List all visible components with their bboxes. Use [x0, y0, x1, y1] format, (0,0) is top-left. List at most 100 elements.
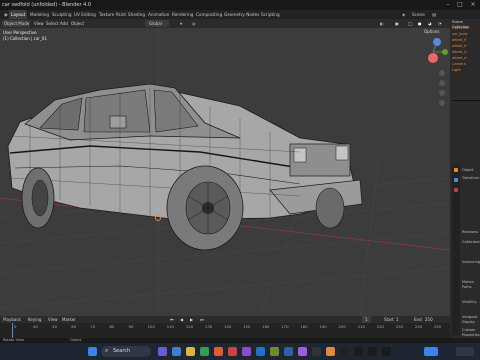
properties-item[interactable]: Visibility [462, 300, 480, 305]
proportional-icon[interactable]: ◎ [192, 19, 196, 28]
windows-taskbar: Search ⌕ [0, 343, 480, 360]
keying-menu[interactable]: Keying [28, 316, 41, 323]
rear-wheel[interactable] [21, 167, 55, 229]
wireframe-shading-icon[interactable]: ◯ [408, 19, 412, 28]
minimize-icon[interactable]: – [442, 0, 454, 10]
tab-layout[interactable]: Layout [9, 10, 28, 19]
tab-rendering[interactable]: Rendering [170, 10, 195, 19]
app-icon[interactable] [312, 347, 321, 356]
overlay-icon[interactable]: ◐ [380, 19, 384, 28]
modifier-properties-icon[interactable] [454, 178, 458, 182]
maximize-icon[interactable]: □ [454, 0, 466, 10]
app-icon[interactable] [354, 347, 363, 356]
file-explorer-icon[interactable] [186, 347, 195, 356]
clock-area[interactable] [456, 347, 474, 356]
timeline-view-menu[interactable]: View [48, 316, 58, 323]
outliner-item[interactable]: Camera [452, 62, 480, 67]
play-icon[interactable]: ▶ [190, 316, 193, 323]
view-layer-icon[interactable]: ▤ [430, 10, 438, 19]
app-icon[interactable] [382, 347, 391, 356]
navigation-gizmo[interactable] [428, 38, 448, 63]
properties-item[interactable]: Collections [462, 240, 480, 245]
playhead[interactable] [12, 323, 13, 338]
outliner-item[interactable]: car_body [452, 32, 480, 37]
app-icon[interactable] [368, 347, 377, 356]
object-properties-icon[interactable] [454, 168, 458, 172]
outliner-item[interactable]: Light [452, 68, 480, 73]
pan-icon[interactable] [439, 80, 445, 86]
tab-sculpting[interactable]: Sculpting [50, 10, 74, 19]
playback-menu[interactable]: Playback [3, 316, 21, 323]
close-icon[interactable]: × [467, 0, 479, 10]
tab-geometry-nodes[interactable]: Geometry Nodes [222, 10, 261, 19]
gizmo-x[interactable] [428, 53, 438, 63]
windows-start-icon[interactable] [88, 347, 97, 356]
outliner-item[interactable]: wheel_fl [452, 38, 480, 43]
timeline-ruler[interactable]: 0 40 50 60 70 80 90 100 110 120 130 140 150 160 170 180… [0, 323, 450, 331]
render-shading-icon[interactable]: ◔ [438, 19, 442, 28]
marker-menu[interactable]: Marker [62, 316, 76, 323]
current-frame-field[interactable]: 1 [362, 316, 371, 323]
properties-item[interactable]: Object [462, 168, 480, 173]
scene-selector-icon[interactable]: ◈ [400, 10, 407, 19]
zoom-icon[interactable] [439, 70, 445, 76]
taskbar-search[interactable]: Search [101, 346, 151, 357]
properties-item[interactable]: Motion Paths [462, 280, 480, 289]
tab-uv-editing[interactable]: UV Editing [72, 10, 98, 19]
xray-icon[interactable]: ▣ [395, 19, 399, 28]
tab-modeling[interactable]: Modeling [28, 10, 51, 19]
app-icon[interactable] [242, 347, 251, 356]
3d-viewport[interactable]: User Perspective (1) Collection | car_01… [0, 28, 450, 316]
timeline-tick: 120 [185, 324, 194, 329]
app-icon[interactable] [256, 347, 265, 356]
camera-view-icon[interactable] [439, 90, 445, 96]
app-icon[interactable] [270, 347, 279, 356]
spotify-icon[interactable] [200, 347, 209, 356]
notification-icon[interactable] [424, 347, 438, 356]
app-icon[interactable] [228, 347, 237, 356]
tab-animation[interactable]: Animation [146, 10, 171, 19]
tab-compositing[interactable]: Compositing [194, 10, 224, 19]
app-icon[interactable] [214, 347, 223, 356]
play-reverse-icon[interactable]: ◀ [180, 316, 183, 323]
object-menu[interactable]: Object [71, 19, 84, 28]
properties-item[interactable]: Transform [462, 176, 480, 181]
timeline-tick: 90 [128, 324, 134, 329]
material-shading-icon[interactable]: ◕ [428, 19, 432, 28]
timeline-tick: 250 [434, 324, 442, 329]
properties-item[interactable]: Custom Properties [462, 328, 480, 337]
ortho-toggle-icon[interactable] [439, 100, 445, 106]
front-wheel[interactable] [166, 165, 244, 251]
outliner-item[interactable]: Collection [452, 26, 480, 31]
select-menu[interactable]: Select [46, 19, 58, 28]
blender-taskbar-icon[interactable] [326, 347, 335, 356]
viewport-nav-buttons [439, 70, 445, 106]
outliner-item[interactable]: wheel_fr [452, 44, 480, 49]
app-icon[interactable] [298, 347, 307, 356]
properties-item[interactable]: Relations [462, 230, 480, 235]
properties-item[interactable]: Instancing [462, 260, 480, 265]
tab-scripting[interactable]: Scripting [259, 10, 282, 19]
jump-start-icon[interactable]: ⏮ [170, 316, 174, 323]
tab-shading[interactable]: Shading [126, 10, 147, 19]
task-view-icon[interactable] [158, 347, 167, 356]
jump-end-icon[interactable]: ⏭ [200, 316, 204, 323]
end-frame-field[interactable]: 250 [425, 316, 433, 323]
solid-shading-icon[interactable]: ● [418, 19, 422, 28]
app-icon[interactable] [340, 347, 349, 356]
add-menu[interactable]: Add [60, 19, 68, 28]
outliner-item[interactable]: wheel_rr [452, 56, 480, 61]
material-properties-icon[interactable] [454, 188, 458, 192]
outliner-item[interactable]: wheel_rl [452, 50, 480, 55]
app-icon[interactable] [284, 347, 293, 356]
timeline-tick: 240 [414, 324, 423, 329]
view-menu[interactable]: View [34, 19, 44, 28]
snap-icon[interactable]: ⌖ [180, 19, 182, 28]
transform-label: Global [149, 21, 162, 26]
scene-label[interactable]: Scene [410, 10, 427, 19]
start-frame-field[interactable]: 1 [396, 316, 399, 323]
tab-texture-paint[interactable]: Texture Paint [97, 10, 128, 19]
edge-icon[interactable] [172, 347, 181, 356]
properties-item[interactable]: Viewport Display [462, 315, 480, 324]
front-wheel-right[interactable] [315, 187, 345, 229]
